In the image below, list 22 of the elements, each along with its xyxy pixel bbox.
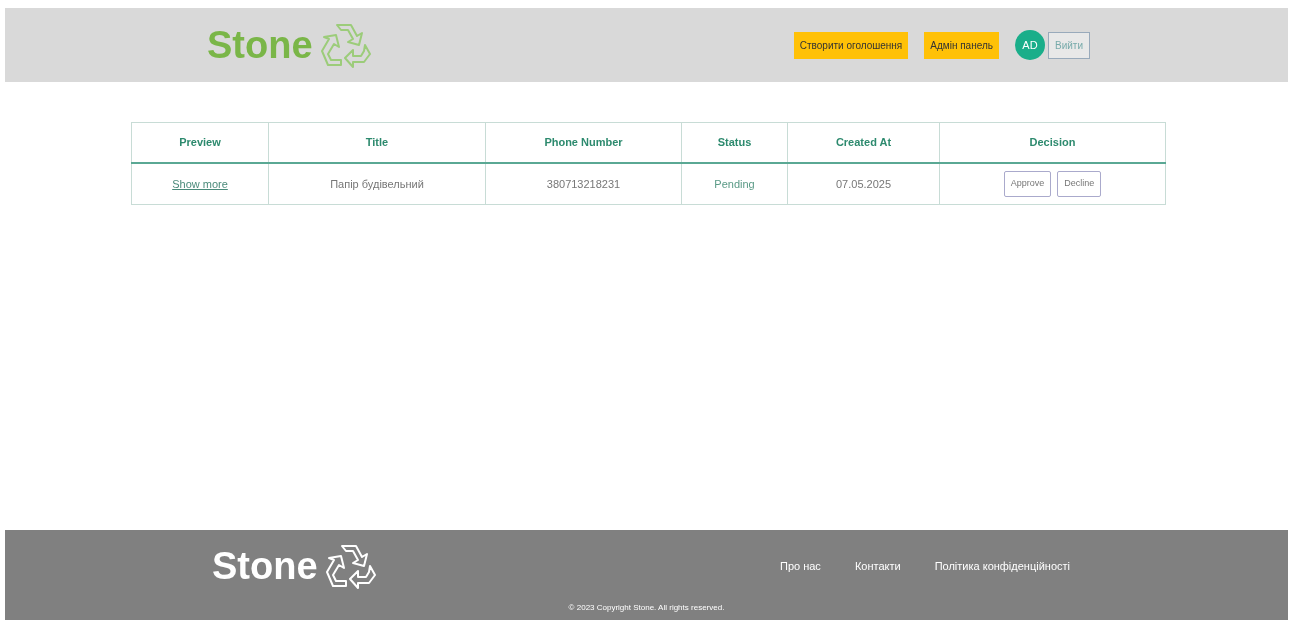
decision-button[interactable]: Decline bbox=[1057, 171, 1102, 197]
user-avatar[interactable]: AD bbox=[1015, 30, 1045, 60]
nav-button[interactable]: Створити оголошення bbox=[793, 31, 909, 59]
column-header: Preview bbox=[131, 122, 269, 163]
column-header: Status bbox=[681, 122, 788, 163]
nav-button[interactable]: Адмін панель bbox=[924, 31, 999, 59]
column-header: Phone Number bbox=[485, 122, 682, 163]
column-header: Decision bbox=[939, 122, 1166, 163]
logo-text: Stone bbox=[207, 22, 313, 68]
table-cell: 07.05.2025 bbox=[787, 162, 940, 205]
decision-button[interactable]: Approve bbox=[1003, 171, 1052, 197]
column-header: Title bbox=[268, 122, 486, 163]
footer-link[interactable]: Контакти bbox=[854, 557, 901, 575]
table-cell: Pending bbox=[681, 162, 788, 205]
copyright-text: © 2023 Copyright Stone. All rights reserved. bbox=[568, 602, 725, 614]
column-header: Created At bbox=[787, 122, 940, 163]
footer-logo-text: Stone bbox=[212, 543, 318, 589]
table-cell: Папір будівельний bbox=[268, 162, 486, 205]
footer-link[interactable]: Політика конфіденційності bbox=[934, 557, 1070, 575]
show-more-link[interactable]: Show more bbox=[172, 177, 228, 190]
footer-link[interactable]: Про нас bbox=[780, 557, 821, 575]
table-cell: 380713218231 bbox=[485, 162, 682, 205]
